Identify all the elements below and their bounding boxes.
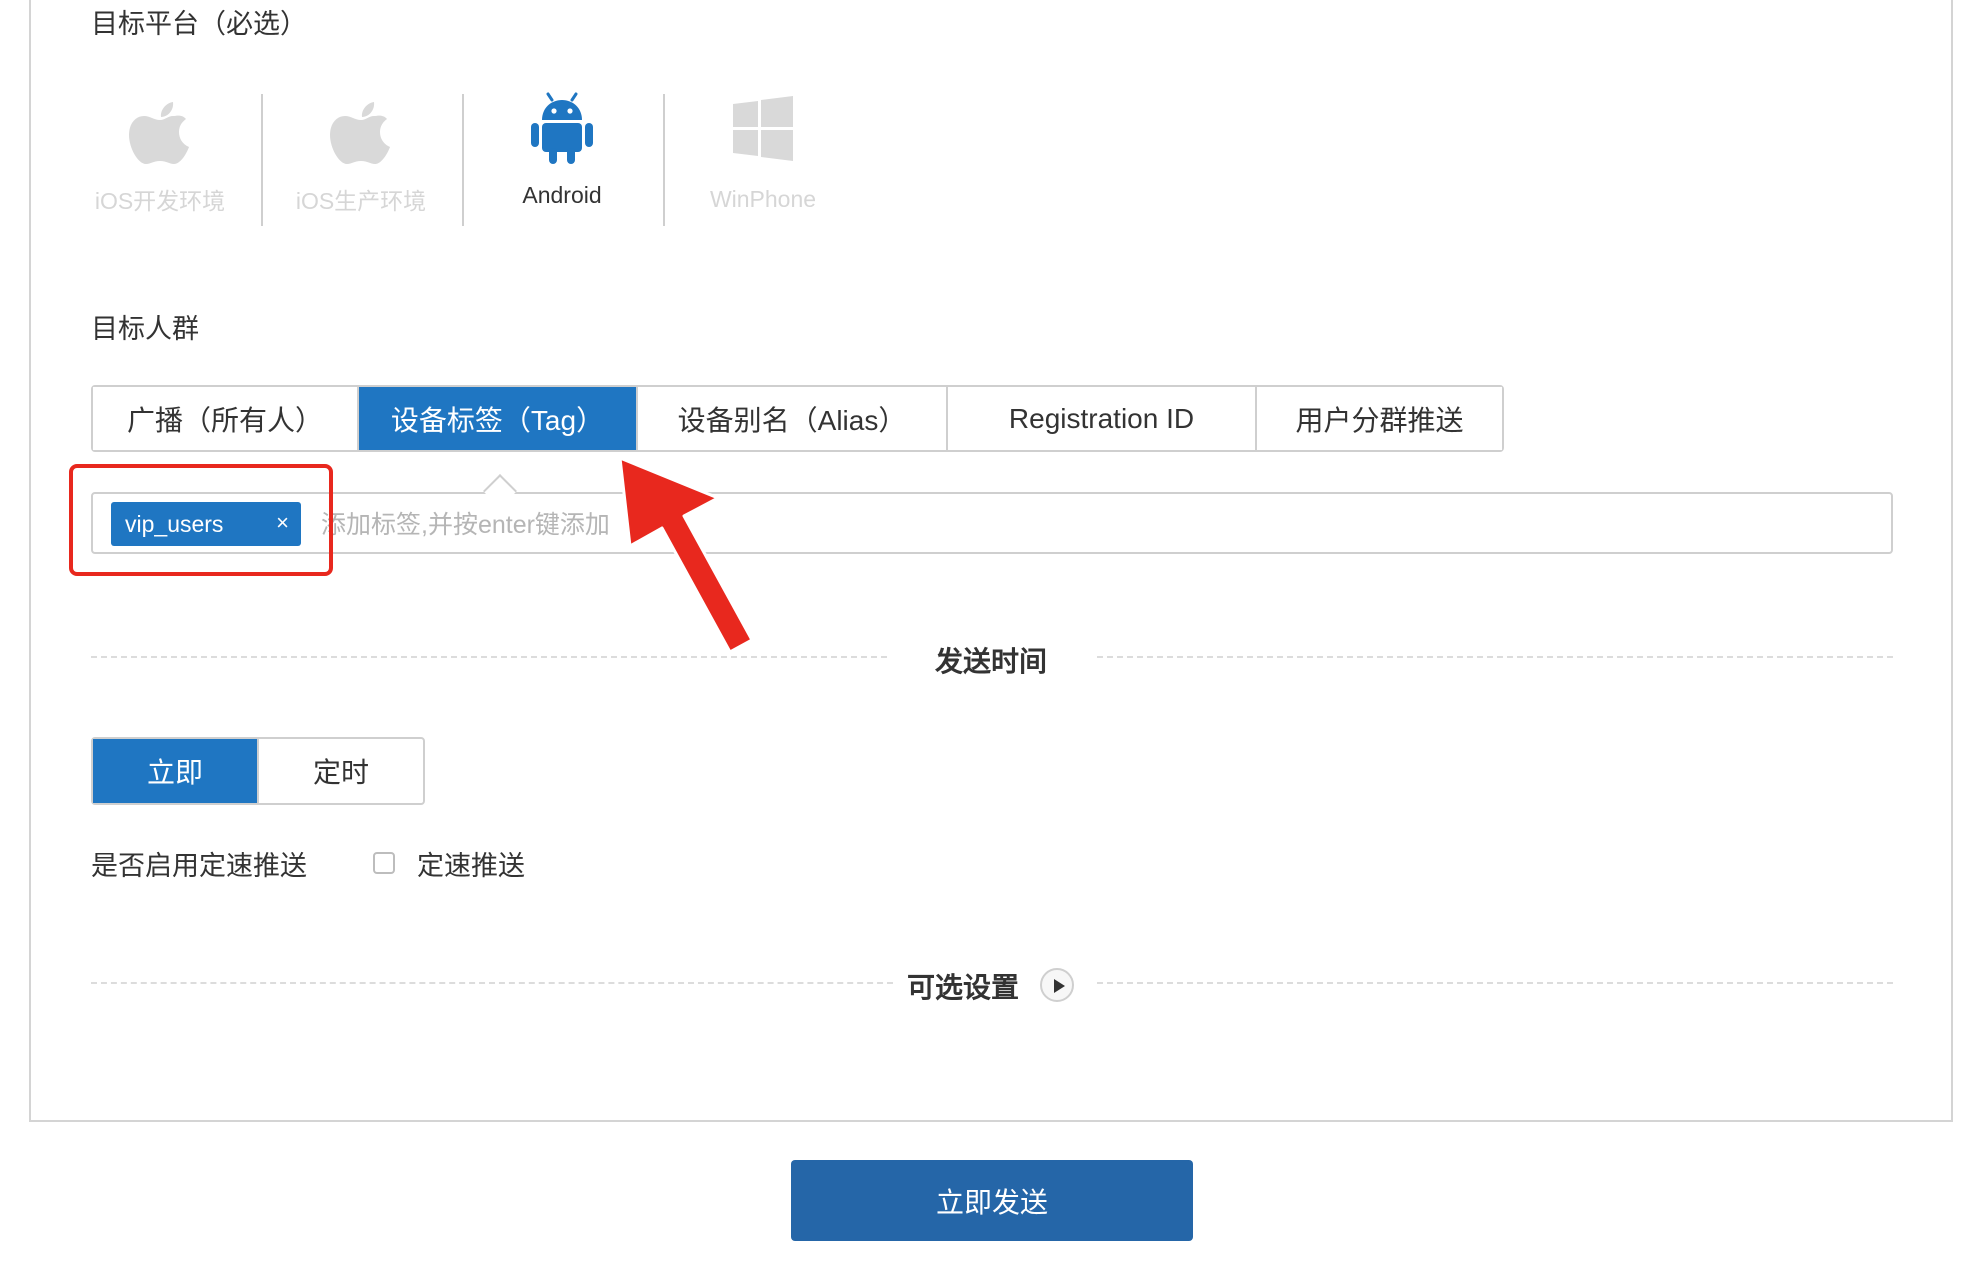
annotation-highlight-box [69, 464, 333, 576]
tag-input-box[interactable]: vip_users × [91, 492, 1893, 554]
expand-play-icon[interactable] [1040, 968, 1074, 1002]
rate-limit-checkbox[interactable] [373, 852, 395, 874]
platform-ios-prod[interactable]: iOS生产环境 [261, 86, 461, 226]
windows-icon [733, 96, 793, 161]
send-now-button[interactable]: 立即发送 [791, 1160, 1193, 1241]
dashed-divider [91, 656, 887, 658]
optional-settings-title[interactable]: 可选设置 [907, 966, 1019, 1006]
platform-android[interactable]: Android [462, 86, 662, 226]
send-time-title: 发送时间 [935, 646, 1048, 677]
apple-icon [330, 102, 390, 164]
rate-limit-label: 是否启用定速推送 [91, 851, 307, 881]
platform-label: WinPhone [709, 186, 817, 212]
audience-section-title: 目标人群 [91, 314, 199, 344]
platform-ios-dev[interactable]: iOS开发环境 [60, 86, 260, 226]
rate-limit-checkbox-label[interactable]: 定速推送 [417, 844, 525, 883]
tab-user-segment[interactable]: 用户分群推送 [1257, 387, 1502, 450]
send-time-toggle: 立即 定时 [91, 737, 425, 805]
send-now-option[interactable]: 立即 [93, 739, 257, 803]
platform-label: Android [522, 182, 602, 208]
tab-broadcast[interactable]: 广播（所有人） [93, 387, 359, 450]
platform-section-title: 目标平台（必选） [91, 9, 307, 39]
annotation-arrow-icon [618, 456, 754, 654]
tag-text-input[interactable] [319, 502, 1863, 548]
apple-icon [129, 102, 189, 164]
send-scheduled-option[interactable]: 定时 [257, 739, 423, 803]
dashed-divider [1097, 982, 1893, 984]
dashed-divider [91, 982, 893, 984]
platform-label: iOS开发环境 [94, 188, 226, 214]
android-icon [531, 92, 593, 164]
platform-label: iOS生产环境 [295, 188, 427, 214]
audience-tabs: 广播（所有人） 设备标签（Tag） 设备别名（Alias） Registrati… [91, 385, 1504, 452]
tab-registration-id[interactable]: Registration ID [948, 387, 1257, 450]
platform-winphone[interactable]: WinPhone [663, 86, 863, 226]
tab-device-tag[interactable]: 设备标签（Tag） [359, 387, 638, 450]
dashed-divider [1097, 656, 1893, 658]
